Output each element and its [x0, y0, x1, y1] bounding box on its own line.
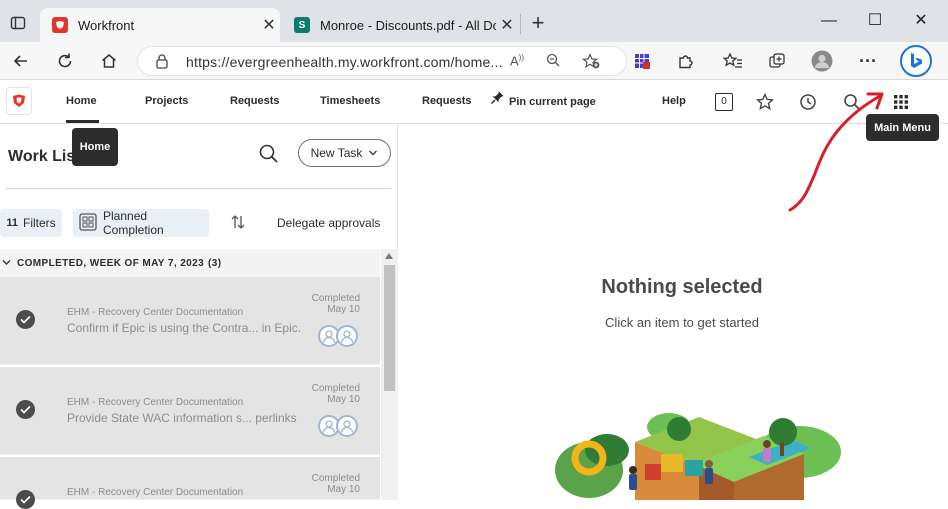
completed-check-icon[interactable]	[16, 310, 35, 329]
close-tab-icon[interactable]: ✕	[258, 15, 280, 35]
nav-timesheets[interactable]: Timesheets	[320, 81, 380, 123]
url-text: https://evergreenhealth.my.workfront.com…	[186, 54, 503, 70]
group-header-completed[interactable]: COMPLETED, WEEK OF MAY 7, 2023 (3)	[0, 249, 380, 277]
pin-label: Pin current page	[509, 96, 596, 108]
task-status-label: Completed	[311, 473, 360, 484]
avatar	[336, 325, 358, 347]
nav-requests[interactable]: Requests	[230, 81, 280, 123]
task-project: EHM - Recovery Center Documentation	[67, 397, 244, 408]
group-header-count: (3)	[208, 257, 222, 269]
group-header-label: COMPLETED, WEEK OF MAY 7, 2023	[17, 257, 205, 269]
collections-icon[interactable]	[763, 48, 791, 74]
read-aloud-icon[interactable]: A))	[510, 53, 524, 68]
minimize-button[interactable]: —	[806, 8, 852, 34]
main-menu-grid-icon[interactable]	[886, 89, 916, 115]
tab-divider	[520, 14, 521, 34]
task-status: Completed May 10	[312, 293, 360, 315]
zoom-icon[interactable]	[546, 53, 560, 70]
filters-button[interactable]: 11 Filters	[0, 209, 62, 237]
tab-actions-icon[interactable]	[4, 10, 32, 36]
nav-projects[interactable]: Projects	[145, 81, 188, 123]
refresh-icon[interactable]	[51, 48, 79, 74]
assignee-avatars	[318, 325, 362, 347]
work-list-title: Work Lis	[8, 148, 76, 165]
bing-copilot-icon[interactable]	[900, 45, 932, 77]
sort-planned-completion-button[interactable]: Planned Completion	[73, 209, 209, 237]
filters-label: Filters	[22, 216, 56, 230]
help-link[interactable]: Help	[662, 81, 686, 123]
back-icon[interactable]	[7, 48, 35, 74]
scrollbar[interactable]	[381, 249, 398, 500]
extensions-icon[interactable]	[672, 48, 700, 74]
task-status-label: Completed	[311, 383, 360, 394]
task-date: May 10	[327, 304, 360, 315]
chevron-down-icon	[2, 258, 11, 269]
task-row[interactable]: EHM - Recovery Center Documentation Conf…	[0, 277, 380, 365]
favorites-star-icon[interactable]	[755, 92, 775, 116]
chevron-down-icon	[368, 146, 378, 160]
favorites-icon[interactable]	[719, 48, 747, 74]
home-tooltip: Home	[72, 128, 118, 166]
tab-workfront[interactable]: Workfront ✕	[40, 8, 280, 42]
lock-icon	[156, 54, 168, 74]
empty-state-title: Nothing selected	[601, 276, 763, 298]
completed-check-icon[interactable]	[16, 400, 35, 419]
empty-state-subtitle: Click an item to get started	[605, 315, 759, 330]
scroll-up-arrow-icon[interactable]	[385, 253, 393, 259]
browser-tab-bar: Workfront ✕ S Monroe - Discounts.pdf - A…	[0, 0, 948, 42]
task-status: Completed May 10	[312, 383, 360, 405]
office-apps-icon[interactable]	[628, 48, 656, 74]
nav-home[interactable]: Home	[66, 81, 99, 123]
sort-direction-icon[interactable]	[230, 214, 246, 235]
task-name: Confirm if Epic is using the Contra... i…	[67, 321, 302, 335]
task-row[interactable]: EHM - Recovery Center Documentation Comp…	[0, 457, 380, 509]
assignee-avatars	[318, 415, 362, 437]
task-row[interactable]: EHM - Recovery Center Documentation Prov…	[0, 367, 380, 455]
nav-requests-2[interactable]: Requests	[422, 81, 472, 123]
notifications-count[interactable]: 0	[715, 93, 733, 111]
task-date: May 10	[327, 484, 360, 495]
home-icon[interactable]	[95, 48, 123, 74]
close-tab-icon[interactable]: ✕	[496, 15, 518, 35]
workfront-icon	[52, 17, 68, 33]
filters-count: 11	[6, 217, 18, 229]
pin-current-page[interactable]: Pin current page	[490, 81, 596, 123]
new-task-button[interactable]: New Task	[298, 139, 391, 167]
task-status-label: Completed	[311, 293, 360, 304]
maximize-button[interactable]: ☐	[852, 8, 898, 34]
new-tab-button[interactable]: +	[527, 12, 549, 36]
profile-avatar[interactable]	[808, 48, 836, 74]
url-field[interactable]: https://evergreenhealth.my.workfront.com…	[137, 46, 627, 76]
new-task-label: New Task	[310, 146, 363, 160]
workfront-logo[interactable]	[6, 87, 32, 115]
more-options-icon[interactable]: ···	[854, 48, 882, 74]
task-project: EHM - Recovery Center Documentation	[67, 307, 244, 318]
grid-view-icon	[79, 212, 97, 234]
scrollbar-thumb[interactable]	[384, 265, 395, 391]
task-date: May 10	[327, 394, 360, 405]
task-status: Completed May 10	[312, 473, 360, 495]
tab-sharepoint[interactable]: S Monroe - Discounts.pdf - All Doc ✕	[282, 8, 518, 42]
search-icon[interactable]	[258, 143, 280, 170]
annotation-arrow	[788, 92, 884, 212]
work-list-panel: Work Lis New Task 11 Filters Planned Com…	[0, 124, 398, 509]
close-window-button[interactable]: ✕	[898, 8, 944, 34]
pin-icon	[490, 82, 505, 122]
tab-title: Monroe - Discounts.pdf - All Doc	[320, 17, 496, 33]
tab-title: Workfront	[78, 17, 135, 33]
divider	[6, 188, 391, 189]
task-name: Provide State WAC information s... perli…	[67, 411, 297, 425]
task-project: EHM - Recovery Center Documentation	[67, 487, 244, 498]
delegate-approvals-link[interactable]: Delegate approvals	[277, 216, 380, 230]
avatar	[336, 415, 358, 437]
add-favorite-icon[interactable]	[581, 53, 600, 72]
sort-label: Planned Completion	[103, 209, 164, 237]
sharepoint-icon: S	[294, 17, 310, 33]
empty-state-illustration	[555, 413, 841, 500]
browser-address-bar: https://evergreenhealth.my.workfront.com…	[0, 42, 948, 80]
